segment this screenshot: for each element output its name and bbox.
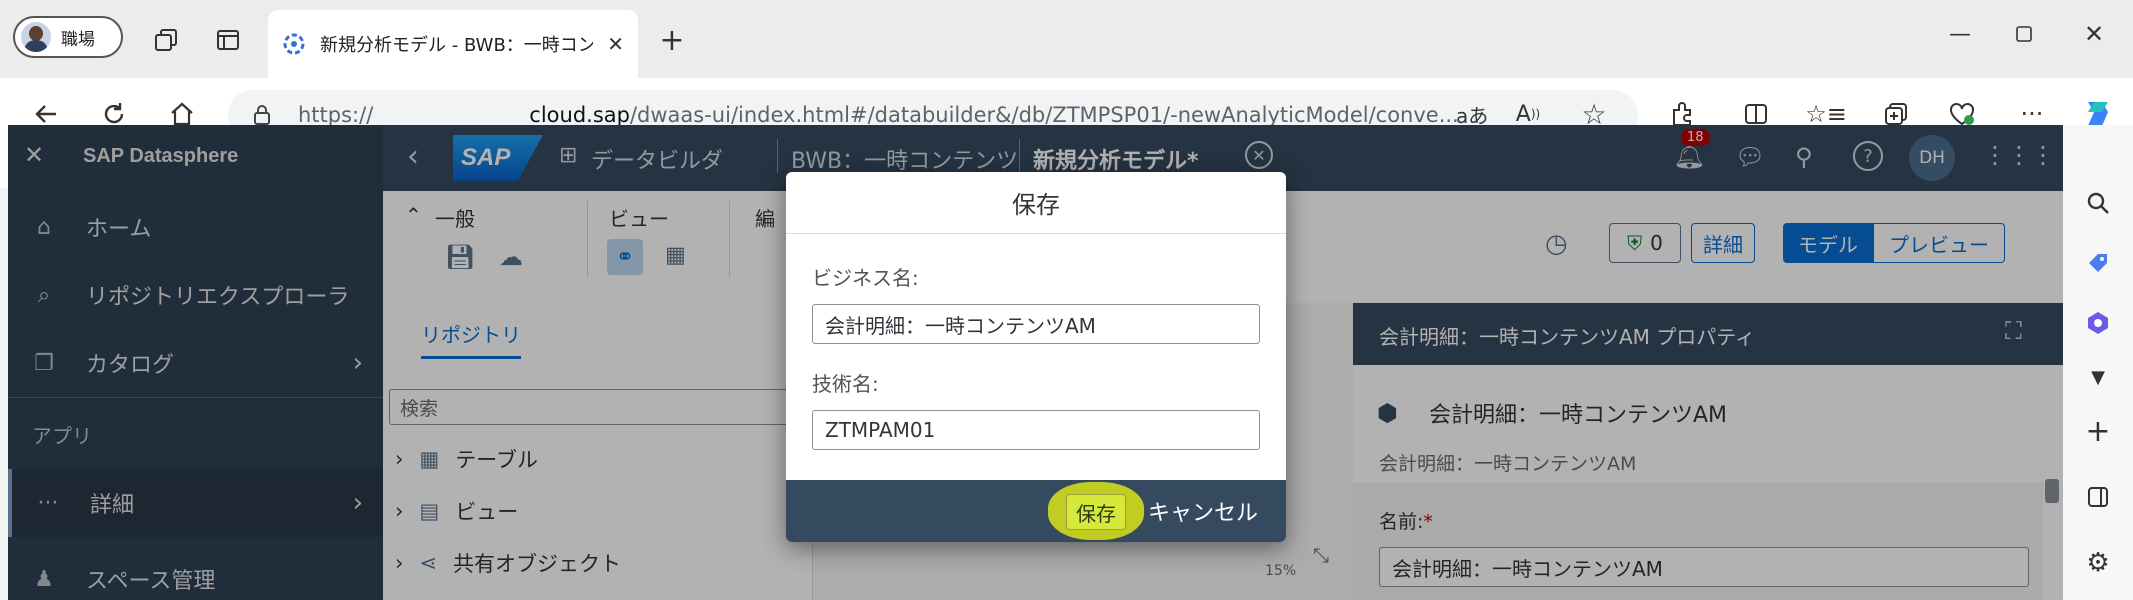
settings-gear-icon[interactable]: ⚙ (2078, 543, 2118, 583)
save-button[interactable]: 保存 (1066, 494, 1126, 530)
maximize-icon[interactable] (2004, 14, 2044, 54)
new-tab-icon[interactable]: + (652, 20, 692, 60)
modal-overlay (8, 125, 383, 600)
profile-button[interactable]: 職場 (13, 16, 123, 58)
browser-tab-active[interactable]: 新規分析モデル - BWB：一時コンテ ✕ (268, 10, 638, 78)
dropdown-icon[interactable]: ▼ (2078, 357, 2118, 397)
search-icon[interactable] (2078, 183, 2118, 223)
save-dialog: 保存 ビジネス名: 会計明細：一時コンテンツAM 技術名: ZTMPAM01 保… (786, 172, 1286, 542)
technical-name-label: 技術名: (812, 372, 879, 396)
browser-tab-bar: 職場 新規分析モデル - BWB：一時コンテ ✕ + — ✕ (0, 0, 2133, 78)
avatar-photo (21, 22, 51, 52)
profile-label: 職場 (61, 29, 95, 50)
url-domain: cloud.sap (529, 103, 630, 127)
collections-icon[interactable] (148, 22, 184, 58)
sap-favicon-icon (283, 33, 305, 55)
vertical-tabs-icon[interactable] (210, 22, 246, 58)
edge-sidebar: ▼ + ⚙ (2063, 125, 2133, 600)
dialog-footer: 保存 キャンセル (786, 480, 1286, 542)
url-prefix: https:// (298, 103, 374, 127)
business-name-input[interactable]: 会計明細：一時コンテンツAM (812, 304, 1260, 344)
minimize-icon[interactable]: — (1940, 14, 1980, 54)
tab-close-icon[interactable]: ✕ (607, 32, 624, 56)
dialog-title: 保存 (786, 172, 1286, 234)
cancel-button[interactable]: キャンセル (1148, 490, 1258, 532)
hide-sidebar-icon[interactable] (2078, 477, 2118, 517)
shopping-tag-icon[interactable] (2078, 243, 2118, 283)
copilot-hex-icon[interactable] (2078, 303, 2118, 343)
tab-title: 新規分析モデル - BWB：一時コンテ (320, 35, 594, 56)
close-window-icon[interactable]: ✕ (2074, 14, 2114, 54)
technical-name-input[interactable]: ZTMPAM01 (812, 410, 1260, 450)
lock-icon[interactable] (252, 104, 272, 126)
url-path: /dwaas-ui/index.html#/databuilder&/db/ZT… (629, 103, 1459, 127)
business-name-label: ビジネス名: (812, 266, 919, 290)
add-sidebar-icon[interactable]: + (2078, 411, 2118, 451)
